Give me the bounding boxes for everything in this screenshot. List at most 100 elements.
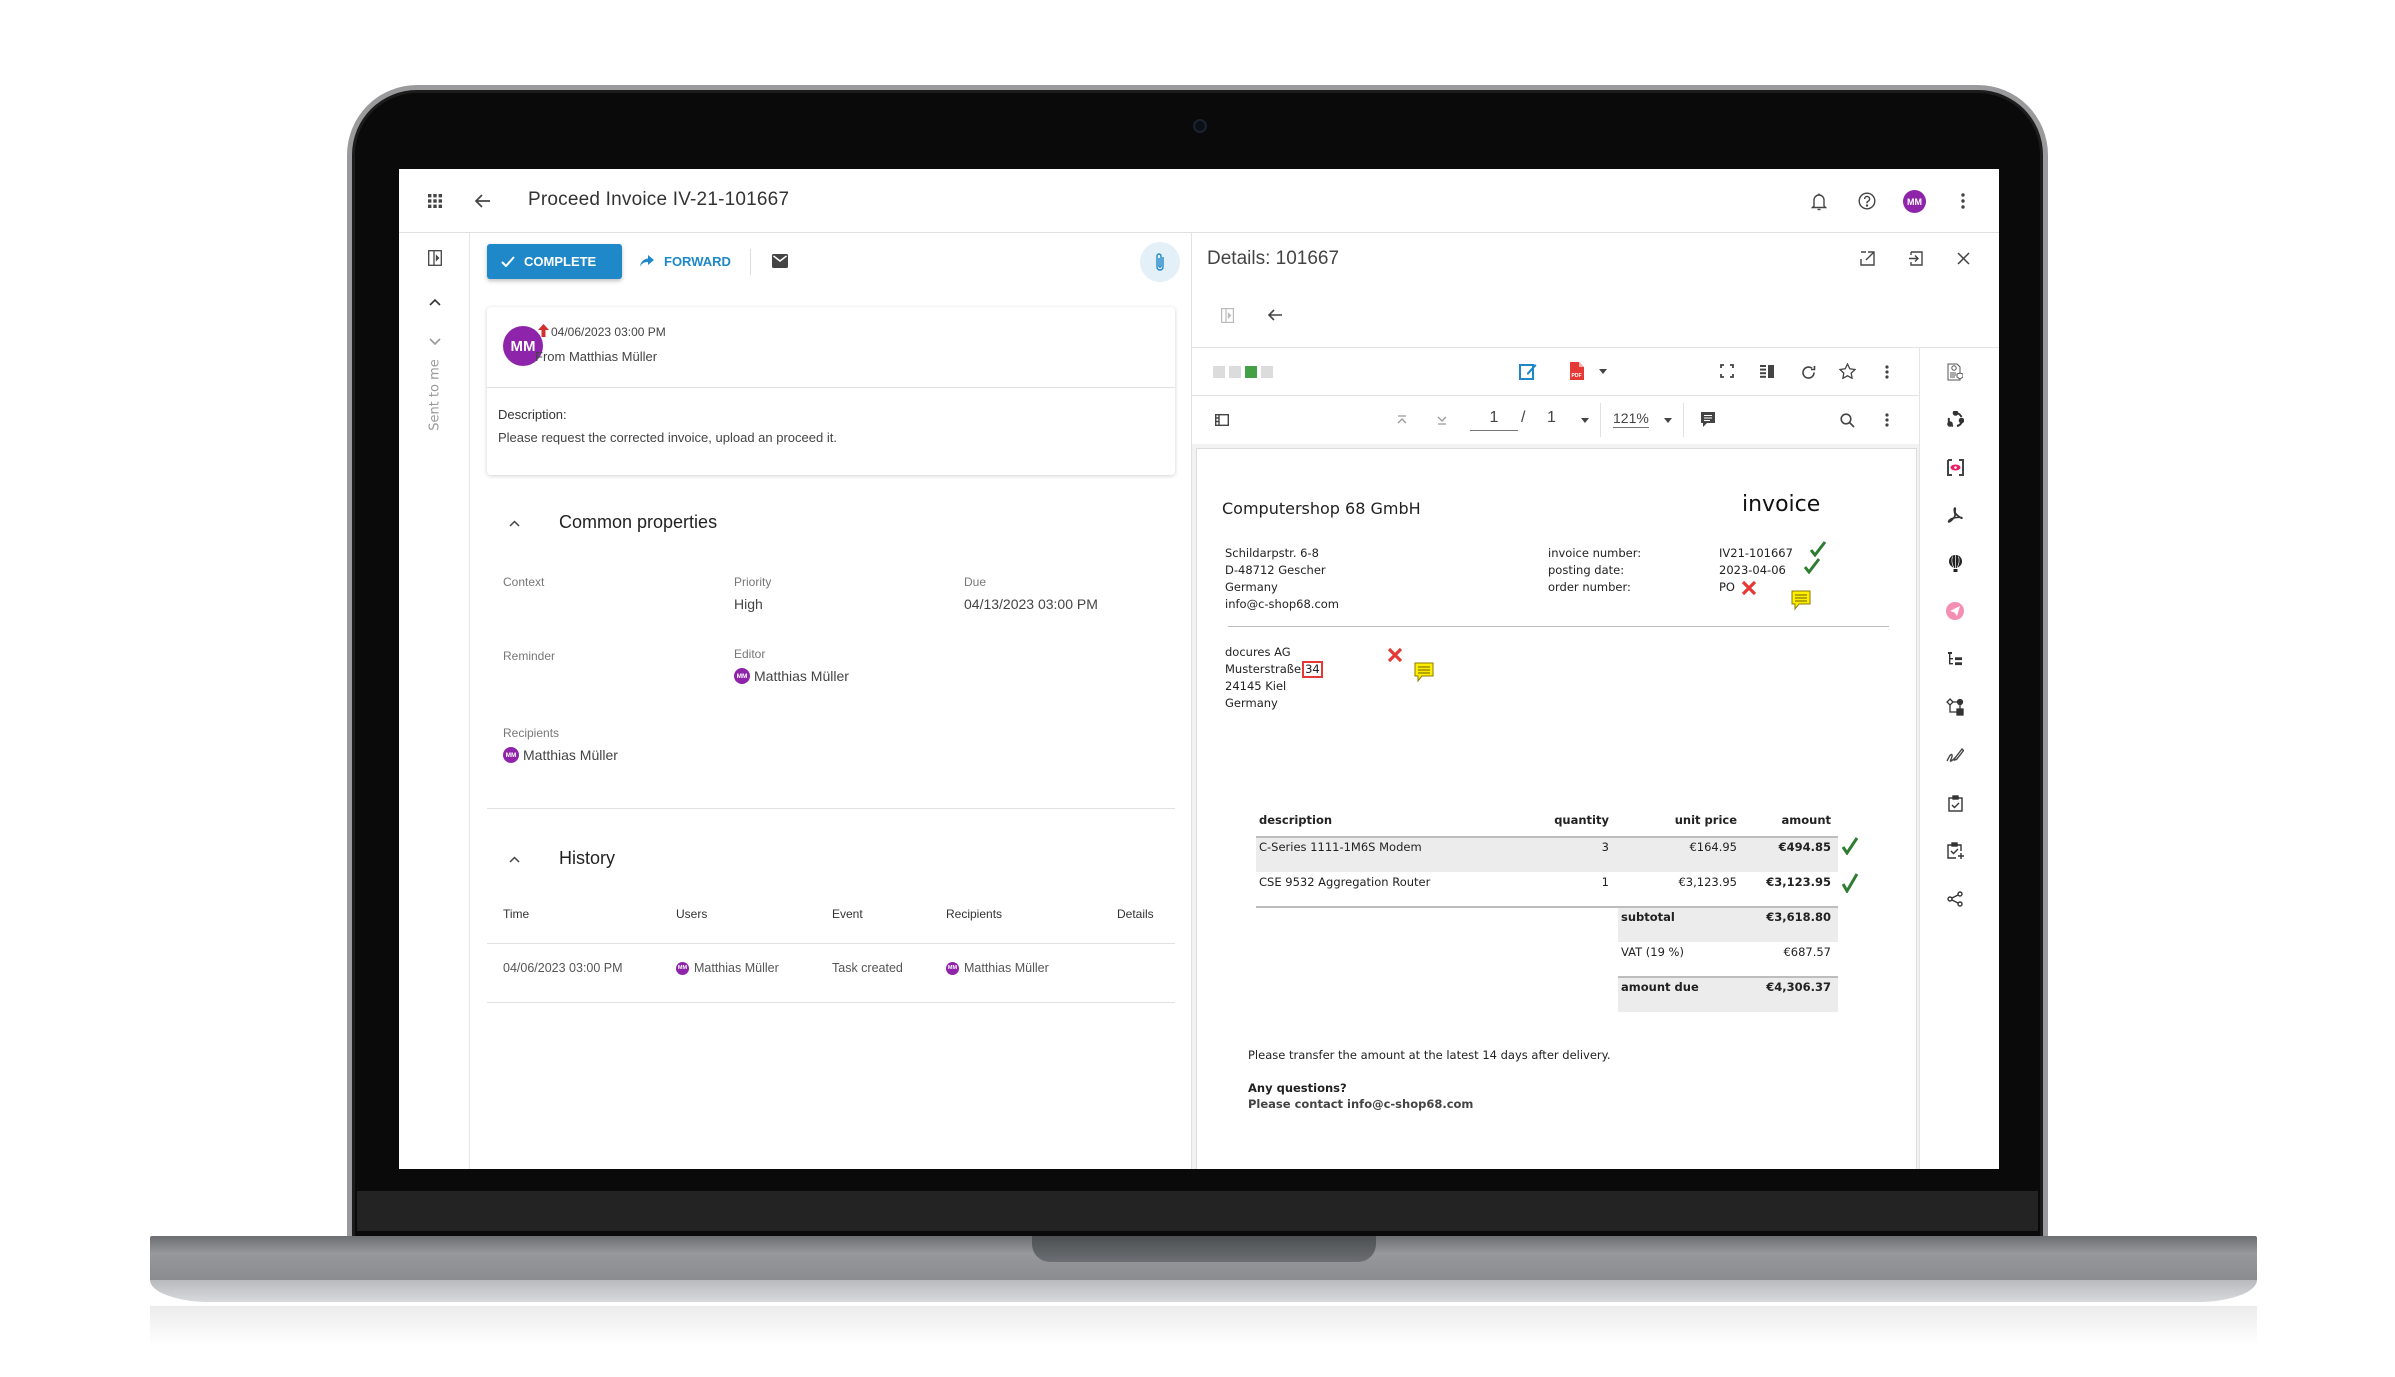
document-certificate-icon[interactable] xyxy=(1945,361,1965,383)
workflow-icon[interactable] xyxy=(1945,697,1965,717)
first-page-icon[interactable] xyxy=(1393,411,1411,429)
svg-text:PDF: PDF xyxy=(1572,373,1582,379)
description-text: Please request the corrected invoice, up… xyxy=(498,430,837,445)
signature-icon[interactable] xyxy=(1945,745,1965,765)
viewer-more-icon[interactable] xyxy=(1877,362,1897,382)
card-divider xyxy=(487,387,1175,388)
seller-street: Schildarpstr. 6-8 xyxy=(1225,546,1319,560)
priority-high-arrow-icon xyxy=(537,323,549,337)
history-col-recipients[interactable]: Recipients xyxy=(946,907,1002,921)
sync-circle-icon[interactable] xyxy=(1945,409,1965,429)
history-col-time[interactable]: Time xyxy=(503,907,529,921)
seller-city: D-48712 Gescher xyxy=(1225,563,1326,577)
history-recipient-avatar: MM xyxy=(946,961,959,975)
chevron-up-icon[interactable] xyxy=(425,293,445,311)
sent-to-me-label[interactable]: Sent to me xyxy=(428,359,443,431)
history-user: MM Matthias Müller xyxy=(676,961,779,975)
split-view-icon[interactable] xyxy=(1758,362,1776,380)
last-page-icon[interactable] xyxy=(1433,411,1451,429)
history-col-details[interactable]: Details xyxy=(1117,907,1154,921)
thumbnails-panel-icon[interactable] xyxy=(1212,410,1232,430)
invalid-x-icon xyxy=(1742,581,1756,595)
clipboard-check-icon[interactable] xyxy=(1945,793,1965,813)
posting-date-label: posting date: xyxy=(1548,563,1625,577)
item-1-amount: €494.85 xyxy=(1778,840,1831,854)
col-description: description xyxy=(1259,813,1333,827)
attachment-button[interactable] xyxy=(1140,242,1180,282)
valid-check-icon xyxy=(1842,873,1858,893)
status-step-3-active xyxy=(1245,366,1257,378)
recipient-city: 24145 Kiel xyxy=(1225,679,1287,693)
editor-value: MM Matthias Müller xyxy=(734,668,849,684)
balloon-icon[interactable] xyxy=(1945,553,1965,573)
chevron-down-icon[interactable] xyxy=(425,333,445,351)
fullscreen-icon[interactable] xyxy=(1718,362,1736,380)
recipient-country: Germany xyxy=(1225,696,1278,710)
left-rail: Sent to me xyxy=(399,233,470,1169)
collapse-properties-icon[interactable] xyxy=(505,516,523,530)
webcam xyxy=(1193,119,1207,133)
item-1-quantity: 3 xyxy=(1601,840,1609,854)
pdf-icon[interactable]: PDF xyxy=(1568,360,1586,382)
recipient-street-number: 34 xyxy=(1302,661,1323,678)
invoice-heading: invoice xyxy=(1742,492,1821,517)
help-icon[interactable] xyxy=(1856,190,1878,212)
clipboard-add-icon[interactable] xyxy=(1945,841,1965,861)
eye-scan-icon[interactable] xyxy=(1945,457,1965,477)
toggle-document-panel-icon[interactable] xyxy=(1219,306,1235,324)
due-label: Due xyxy=(964,575,987,589)
zoom-dropdown-icon[interactable] xyxy=(1662,416,1674,424)
history-title: History xyxy=(559,848,616,868)
order-number-label: order number: xyxy=(1548,580,1631,594)
complete-button[interactable]: COMPLETE xyxy=(487,244,622,279)
collapse-history-icon[interactable] xyxy=(505,852,523,866)
viewer-back-icon[interactable] xyxy=(1265,305,1285,325)
comment-note-icon[interactable] xyxy=(1790,589,1812,611)
item-1-unit-price: €164.95 xyxy=(1689,840,1737,854)
recipient-avatar: MM xyxy=(503,747,519,763)
toggle-sidebar-icon[interactable] xyxy=(423,247,447,269)
sign-in-icon[interactable] xyxy=(1905,248,1925,268)
page-number-input[interactable]: 1 xyxy=(1470,409,1518,431)
contact-line: Please contact info@c-shop68.com xyxy=(1248,1097,1474,1111)
col-unit-price: unit price xyxy=(1674,813,1737,827)
tree-list-icon[interactable] xyxy=(1945,649,1965,669)
zoom-select[interactable]: 121% xyxy=(1613,410,1649,428)
forward-button[interactable]: FORWARD xyxy=(639,246,731,276)
more-vert-icon[interactable] xyxy=(1953,190,1973,212)
valid-check-icon xyxy=(1810,541,1826,557)
forward-button-label: FORWARD xyxy=(664,253,731,269)
viewer-more-2-icon[interactable] xyxy=(1877,410,1897,430)
history-event: Task created xyxy=(832,961,903,975)
posting-date-value: 2023-04-06 xyxy=(1719,563,1786,577)
share-icon[interactable] xyxy=(1945,889,1965,909)
toolbar-divider xyxy=(750,249,751,275)
open-external-icon[interactable] xyxy=(1857,248,1877,268)
vat-value: €687.57 xyxy=(1783,945,1831,959)
refresh-icon[interactable] xyxy=(1798,362,1818,382)
page-dropdown-icon[interactable] xyxy=(1579,416,1591,424)
comment-note-icon[interactable] xyxy=(1413,661,1435,683)
history-col-users[interactable]: Users xyxy=(676,907,707,921)
close-icon[interactable] xyxy=(1953,248,1973,268)
send-icon[interactable] xyxy=(1945,601,1965,621)
complete-button-label: COMPLETE xyxy=(524,254,597,269)
comments-icon[interactable] xyxy=(1698,409,1718,429)
reminder-label: Reminder xyxy=(503,649,556,663)
star-icon[interactable] xyxy=(1837,361,1857,381)
history-col-event[interactable]: Event xyxy=(832,907,863,921)
back-arrow-icon[interactable] xyxy=(472,190,494,212)
edit-document-icon[interactable] xyxy=(1518,361,1538,381)
amount-due-label: amount due xyxy=(1621,980,1699,994)
apps-grid-icon[interactable] xyxy=(425,191,445,211)
history-user-avatar: MM xyxy=(676,961,689,975)
app-screen: Proceed Invoice IV-21-101667 MM Sent to … xyxy=(399,169,1999,1169)
vat-label: VAT (19 %) xyxy=(1621,945,1684,959)
pdf-dropdown-icon[interactable] xyxy=(1597,366,1609,376)
user-avatar[interactable]: MM xyxy=(1903,190,1926,213)
acrobat-icon[interactable] xyxy=(1945,505,1965,525)
search-icon[interactable] xyxy=(1837,410,1857,430)
valid-check-icon xyxy=(1804,558,1820,574)
bell-icon[interactable] xyxy=(1808,190,1830,212)
mail-icon[interactable] xyxy=(771,252,789,270)
